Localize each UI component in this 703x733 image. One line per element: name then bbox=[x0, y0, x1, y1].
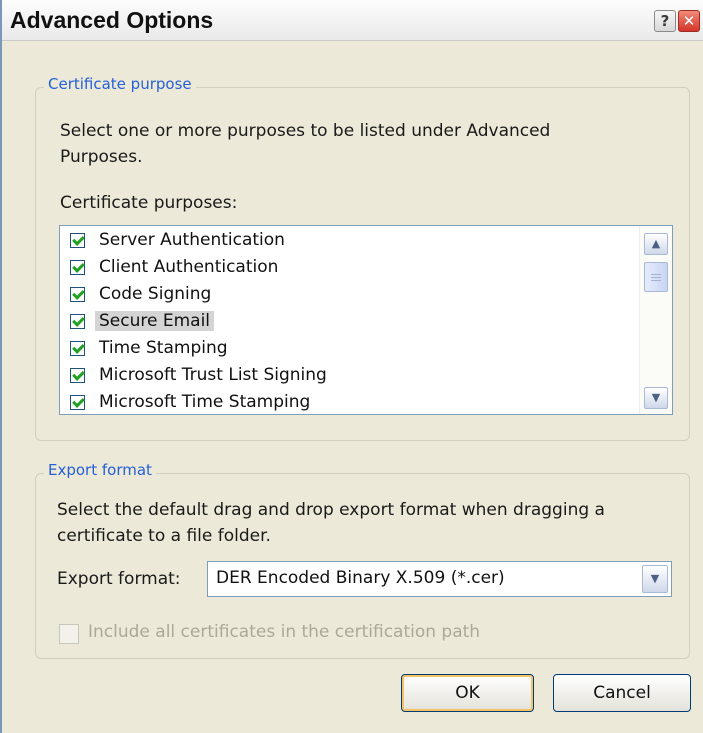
checkbox-microsoft-time-stamping[interactable] bbox=[70, 394, 85, 410]
list-item[interactable]: Microsoft Trust List Signing bbox=[70, 363, 331, 387]
certificate-purpose-description-2: Purposes. bbox=[60, 147, 143, 167]
certificate-purposes-label: Certificate purposes: bbox=[60, 193, 238, 213]
checkbox-client-authentication[interactable] bbox=[70, 259, 85, 275]
close-icon: ✕ bbox=[682, 12, 696, 30]
list-scrollbar[interactable]: ▲ ▼ bbox=[639, 226, 672, 414]
close-button[interactable]: ✕ bbox=[678, 10, 700, 32]
cancel-button[interactable]: Cancel bbox=[553, 674, 691, 712]
export-format-label: Export format: bbox=[57, 569, 181, 589]
export-format-value: DER Encoded Binary X.509 (*.cer) bbox=[216, 568, 505, 588]
certificate-purposes-listbox[interactable]: Server Authentication Client Authenticat… bbox=[59, 225, 673, 415]
list-item[interactable]: Code Signing bbox=[70, 282, 215, 306]
list-item[interactable]: Secure Email bbox=[70, 309, 215, 333]
checkbox-secure-email[interactable] bbox=[70, 313, 85, 329]
list-item[interactable]: Client Authentication bbox=[70, 255, 282, 279]
scroll-up-button[interactable]: ▲ bbox=[644, 233, 668, 255]
scroll-down-button[interactable]: ▼ bbox=[644, 387, 668, 409]
export-format-description-1: Select the default drag and drop export … bbox=[57, 500, 605, 520]
include-all-certificates-label: Include all certificates in the certific… bbox=[88, 622, 481, 642]
certificate-purpose-description-1: Select one or more purposes to be listed… bbox=[60, 121, 551, 141]
export-format-select[interactable]: DER Encoded Binary X.509 (*.cer) ▼ bbox=[207, 561, 672, 597]
export-format-legend: Export format bbox=[44, 461, 156, 479]
list-item-label: Code Signing bbox=[99, 284, 212, 304]
list-item[interactable]: Time Stamping bbox=[70, 336, 232, 360]
list-item-label: Microsoft Trust List Signing bbox=[99, 365, 327, 385]
advanced-options-dialog: Advanced Options ? ✕ Certificate purpose… bbox=[0, 0, 703, 733]
question-icon: ? bbox=[660, 12, 670, 30]
title-bar[interactable]: Advanced Options ? ✕ bbox=[2, 0, 703, 41]
include-all-certificates-checkbox[interactable] bbox=[59, 624, 79, 644]
chevron-down-icon: ▼ bbox=[651, 391, 661, 404]
checkbox-time-stamping[interactable] bbox=[70, 340, 85, 356]
list-item-label-selected: Secure Email bbox=[95, 311, 215, 331]
list-item-label: Microsoft Time Stamping bbox=[99, 392, 311, 412]
chevron-up-icon: ▲ bbox=[651, 237, 661, 250]
list-item[interactable]: Microsoft Time Stamping bbox=[70, 390, 314, 414]
checkbox-microsoft-trust-list-signing[interactable] bbox=[70, 367, 85, 383]
scroll-thumb[interactable] bbox=[644, 262, 668, 292]
ok-button[interactable]: OK bbox=[401, 674, 534, 712]
checkbox-code-signing[interactable] bbox=[70, 286, 85, 302]
list-item-label: Time Stamping bbox=[99, 338, 228, 358]
list-item[interactable]: Server Authentication bbox=[70, 228, 289, 252]
dropdown-button[interactable]: ▼ bbox=[642, 565, 668, 593]
chevron-down-icon: ▼ bbox=[650, 572, 660, 585]
list-item-label: Server Authentication bbox=[99, 230, 285, 250]
export-format-description-2: certificate to a file folder. bbox=[57, 526, 271, 546]
certificate-purpose-legend: Certificate purpose bbox=[44, 75, 196, 93]
list-item-label: Client Authentication bbox=[99, 257, 279, 277]
checkbox-server-authentication[interactable] bbox=[70, 232, 85, 248]
window-title: Advanced Options bbox=[10, 7, 214, 33]
help-button[interactable]: ? bbox=[654, 10, 676, 32]
